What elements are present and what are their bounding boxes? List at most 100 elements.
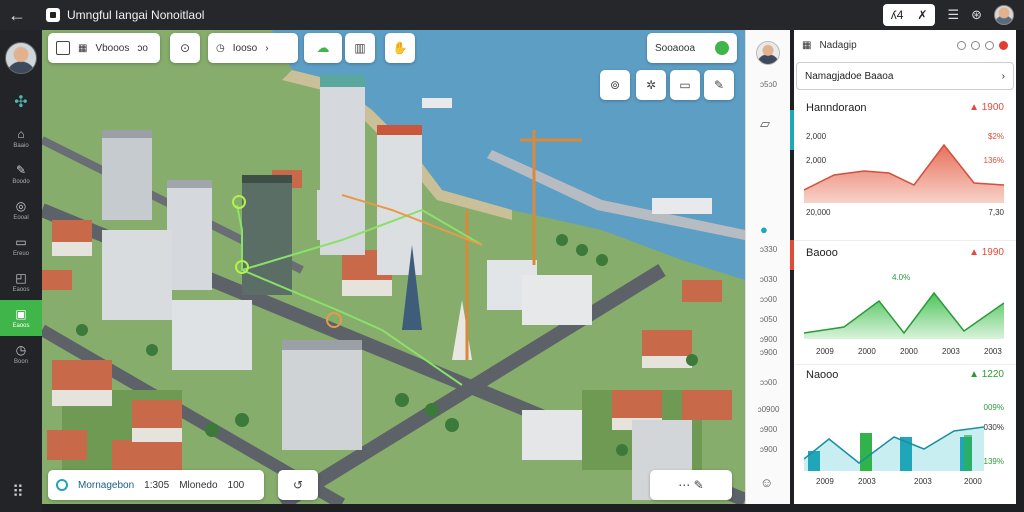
map-scene <box>42 30 745 504</box>
card-title: Baooo <box>806 247 838 259</box>
sidebar-item-label: Baaio <box>13 143 29 149</box>
settings-gear-button[interactable]: ✲ <box>636 70 666 100</box>
card-stat: ▲ 1220 <box>969 369 1004 380</box>
layer-toggle-icon[interactable] <box>56 41 70 55</box>
bottom-label2: Mlonedo <box>179 479 218 491</box>
menu-icon[interactable]: ☰ <box>947 7 959 23</box>
top-pill[interactable]: ʎ4 ✗ <box>882 4 936 26</box>
drone-icon[interactable]: ✣ <box>0 84 42 120</box>
cloud-icon: ☁ <box>316 40 330 55</box>
card-stat-value: 1900 <box>981 102 1004 113</box>
sidebar-item-tools[interactable]: ✎ Boodo <box>0 156 42 192</box>
r-label: 7,30 <box>988 208 1004 217</box>
route-button[interactable]: ↺ <box>278 470 318 500</box>
x-label: 2009 <box>816 347 834 356</box>
area-chart-red <box>804 143 1004 203</box>
mid-value: ɔ330 <box>759 245 778 254</box>
mid-value: ɔ0900 <box>757 405 780 414</box>
cloud-layer-button[interactable]: ☁ <box>304 33 342 63</box>
middle-column: ɔ5ɔ0 ▱ ● ɔ330 ɔ030 ɔɔ00 ɔ050 ɔ900 ɔ900 ɔ… <box>745 30 790 504</box>
card-title: Naooo <box>806 369 839 381</box>
r-label: 030% <box>983 423 1004 432</box>
sidebar-item-label: Eaoos <box>12 323 30 329</box>
settings-icon[interactable]: ⊛ <box>971 7 982 23</box>
x-label: 2000 <box>858 347 876 356</box>
map-bottom-bar[interactable]: Mornagebon 1:305 Mlonedo 100 <box>48 470 264 500</box>
card-baooo: Baooo ▲ 1990 4.0% 2009 2000 2000 2003 20… <box>794 240 1016 360</box>
profile-avatar[interactable] <box>5 42 37 74</box>
card-naooo: Naooo ▲ 1220 009% 030% 139% 2009 2003 20… <box>794 364 1016 504</box>
search-pill-label: Sooaooa <box>655 42 696 54</box>
user-avatar[interactable] <box>994 5 1014 25</box>
location-button[interactable]: ⊚ <box>600 70 630 100</box>
back-arrow-icon[interactable]: ← <box>0 5 34 26</box>
sidebar: ✣ ⌂ Baaio ✎ Boodo ◎ Eooal ▭ Ereuo ◰ Eaoo… <box>0 30 42 512</box>
map-view-button[interactable]: ⊙ <box>170 33 200 63</box>
mid-value: ɔ050 <box>759 315 778 324</box>
area-chart-green <box>804 291 1004 339</box>
panel-avatar[interactable] <box>756 41 780 65</box>
sidebar-item-label: Eooal <box>13 215 29 221</box>
pill-close-icon[interactable]: ✗ <box>917 8 927 22</box>
grid-icon[interactable]: ▦ <box>78 43 87 54</box>
mid-top-text: ɔ5ɔ0 <box>760 80 777 89</box>
building-filter-button[interactable]: ▥ <box>345 33 375 63</box>
x-label: 2003 <box>942 347 960 356</box>
minimize-dot-icon[interactable] <box>957 40 966 50</box>
panel-dropdown[interactable]: Namagjadoe Baaoa › <box>796 62 1014 90</box>
sidebar-item-chat[interactable]: ◰ Eaoos <box>0 264 42 300</box>
sidebar-item-home[interactable]: ⌂ Baaio <box>0 120 42 156</box>
bar-chart-mixed <box>804 426 984 471</box>
window-dots <box>957 40 1008 50</box>
mid-value: ɔɔ00 <box>760 378 777 387</box>
analytics-panel: ▦ Nadagip Namagjadoe Baaoa › Hanndoraon … <box>794 30 1016 504</box>
x-label: 2000 <box>900 347 918 356</box>
shield-icon[interactable]: ● <box>760 222 768 237</box>
bar <box>860 433 872 471</box>
sidebar-item-label: Eaoos <box>12 287 30 293</box>
sidebar-item-monitor[interactable]: ▭ Ereuo <box>0 228 42 264</box>
panel-title: Nadagip <box>819 39 857 51</box>
apps-grid-icon[interactable]: ⠿ <box>12 482 24 502</box>
bar <box>964 435 972 471</box>
comment-icon[interactable]: ▱ <box>760 116 770 132</box>
mid-value: ɔ030 <box>759 275 778 284</box>
clock-icon: ◷ <box>216 42 225 54</box>
target-icon: ◎ <box>15 199 27 213</box>
card-hanndoraon: Hanndoraon ▲ 1900 2,000 2,000 20,000 $2%… <box>794 100 1016 225</box>
hand-tool-button[interactable]: ✋ <box>385 33 415 63</box>
r-label: 139% <box>983 457 1004 466</box>
pill-left-icon[interactable]: ʎ4 <box>891 8 904 22</box>
sidebar-item-layers[interactable]: ▣ Eaoos <box>0 300 42 336</box>
city-map-view[interactable]: ▦ Vbooos ɔo ⊙ ◷ Iooso › ☁ ▥ ✋ Sooaooa ⊚ … <box>42 30 745 504</box>
home-icon: ⌂ <box>17 127 25 141</box>
app-root: ← Umngful Iangai Nonoitlaol ʎ4 ✗ ☰ ⊛ ✣ ⌂… <box>0 0 1024 512</box>
options-dot-icon[interactable] <box>985 40 994 50</box>
chevron-icon[interactable]: › <box>265 43 268 54</box>
sidebar-item-clock[interactable]: ◷ Boon <box>0 336 42 372</box>
clock-icon: ◷ <box>15 343 27 357</box>
status-ring-icon <box>56 479 68 491</box>
window-title: Umngful Iangai Nonoitlaol <box>67 8 205 22</box>
card-stat: ▲ 1990 <box>969 247 1004 258</box>
edit-button[interactable]: ✎ <box>704 70 734 100</box>
map-toolbar-center[interactable]: ◷ Iooso › <box>208 33 298 63</box>
bottom-brand: Mornagebon <box>78 479 135 491</box>
dropdown-value: Namagjadoe Baaoa <box>805 70 894 82</box>
chevron-right-icon: › <box>1001 70 1005 82</box>
y-label: 20,000 <box>806 208 831 217</box>
close-dot-icon[interactable] <box>999 40 1008 50</box>
panel-grid-icon[interactable]: ▦ <box>802 40 811 51</box>
sidebar-item-target[interactable]: ◎ Eooal <box>0 192 42 228</box>
r-label: 009% <box>983 403 1004 412</box>
maximize-dot-icon[interactable] <box>971 40 980 50</box>
image-button[interactable]: ▭ <box>670 70 700 100</box>
layers-icon: ▣ <box>15 307 27 321</box>
search-pill[interactable]: Sooaooa <box>647 33 737 63</box>
app-logo-icon <box>46 8 60 22</box>
toolbar-value: ɔo <box>137 42 148 54</box>
emoji-icon[interactable]: ☺ <box>760 475 773 490</box>
map-options-button[interactable]: ⋯ ✎ <box>650 470 732 500</box>
map-toolbar-left[interactable]: ▦ Vbooos ɔo <box>48 33 160 63</box>
status-dot-icon <box>715 41 729 55</box>
